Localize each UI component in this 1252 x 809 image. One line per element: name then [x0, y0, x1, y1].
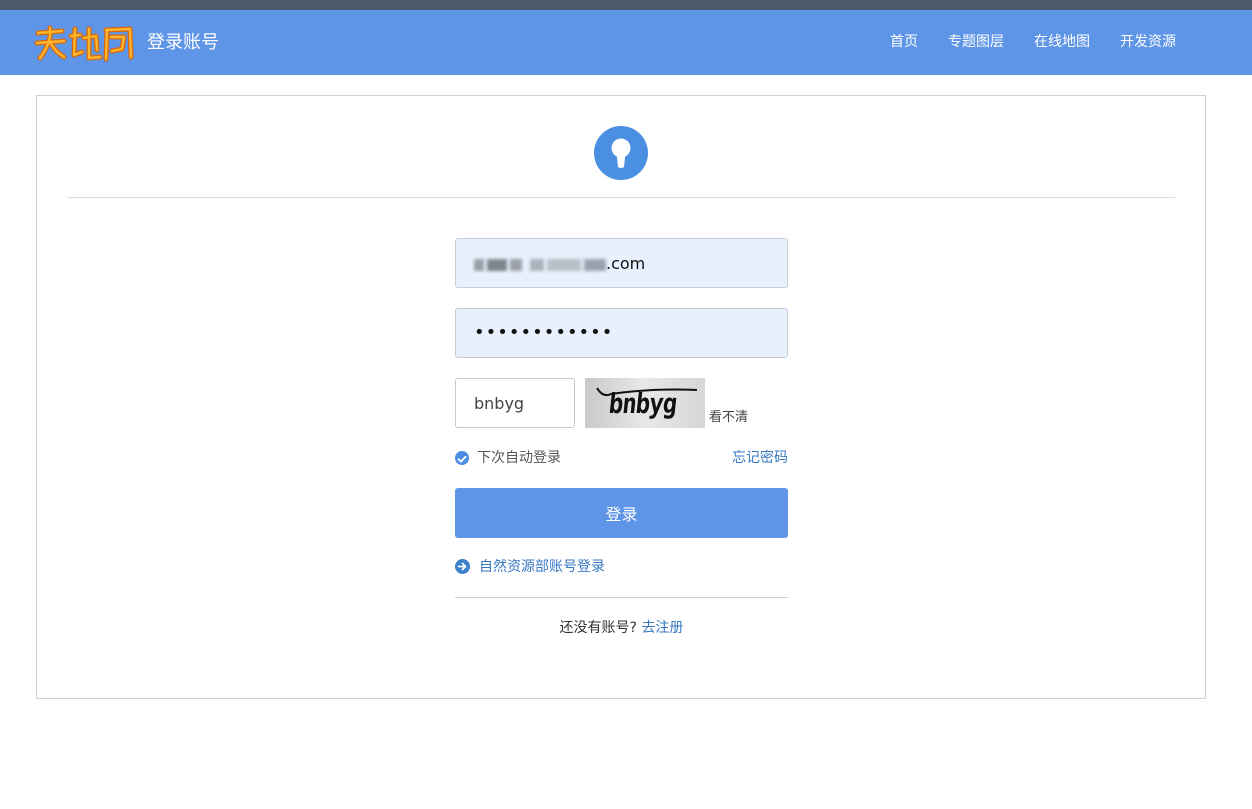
captcha-value: bnbyg — [474, 394, 525, 413]
signup-link[interactable]: 去注册 — [641, 620, 683, 636]
captcha-input[interactable]: bnbyg — [455, 378, 575, 428]
mnr-account-login-label: 自然资源部账号登录 — [479, 559, 605, 575]
check-circle-icon — [455, 451, 469, 465]
password-value: •••••••••••• — [474, 322, 614, 343]
login-button[interactable]: 登录 — [455, 488, 788, 538]
keyhole-icon — [594, 126, 648, 180]
nav-thematic-layers[interactable]: 专题图层 — [948, 32, 1004, 52]
tianditu-logo[interactable] — [34, 24, 136, 64]
nav-home[interactable]: 首页 — [890, 32, 918, 52]
refresh-captcha-link[interactable]: 看不清 — [709, 409, 748, 427]
footer-divider — [455, 597, 788, 598]
arrow-right-circle-icon — [455, 559, 470, 574]
nav-online-map[interactable]: 在线地图 — [1034, 32, 1090, 52]
header-bar: 登录账号 首页 专题图层 在线地图 开发资源 — [0, 10, 1252, 75]
page-title: 登录账号 — [147, 32, 219, 53]
email-domain-suffix: .com — [606, 254, 646, 273]
captcha-image-text: bnbyg — [607, 387, 678, 421]
password-field[interactable]: •••••••••••• — [455, 308, 788, 358]
top-strip — [0, 0, 1252, 10]
email-field[interactable]: .com — [455, 238, 788, 288]
signup-question: 还没有账号? — [559, 620, 637, 636]
nav-dev-resources[interactable]: 开发资源 — [1120, 32, 1176, 52]
captcha-image[interactable]: bnbyg — [585, 378, 705, 428]
remember-me-label: 下次自动登录 — [477, 450, 561, 466]
forgot-password-link[interactable]: 忘记密码 — [732, 449, 788, 467]
header-divider — [67, 197, 1175, 198]
signup-prompt: 还没有账号? 去注册 — [455, 618, 788, 638]
